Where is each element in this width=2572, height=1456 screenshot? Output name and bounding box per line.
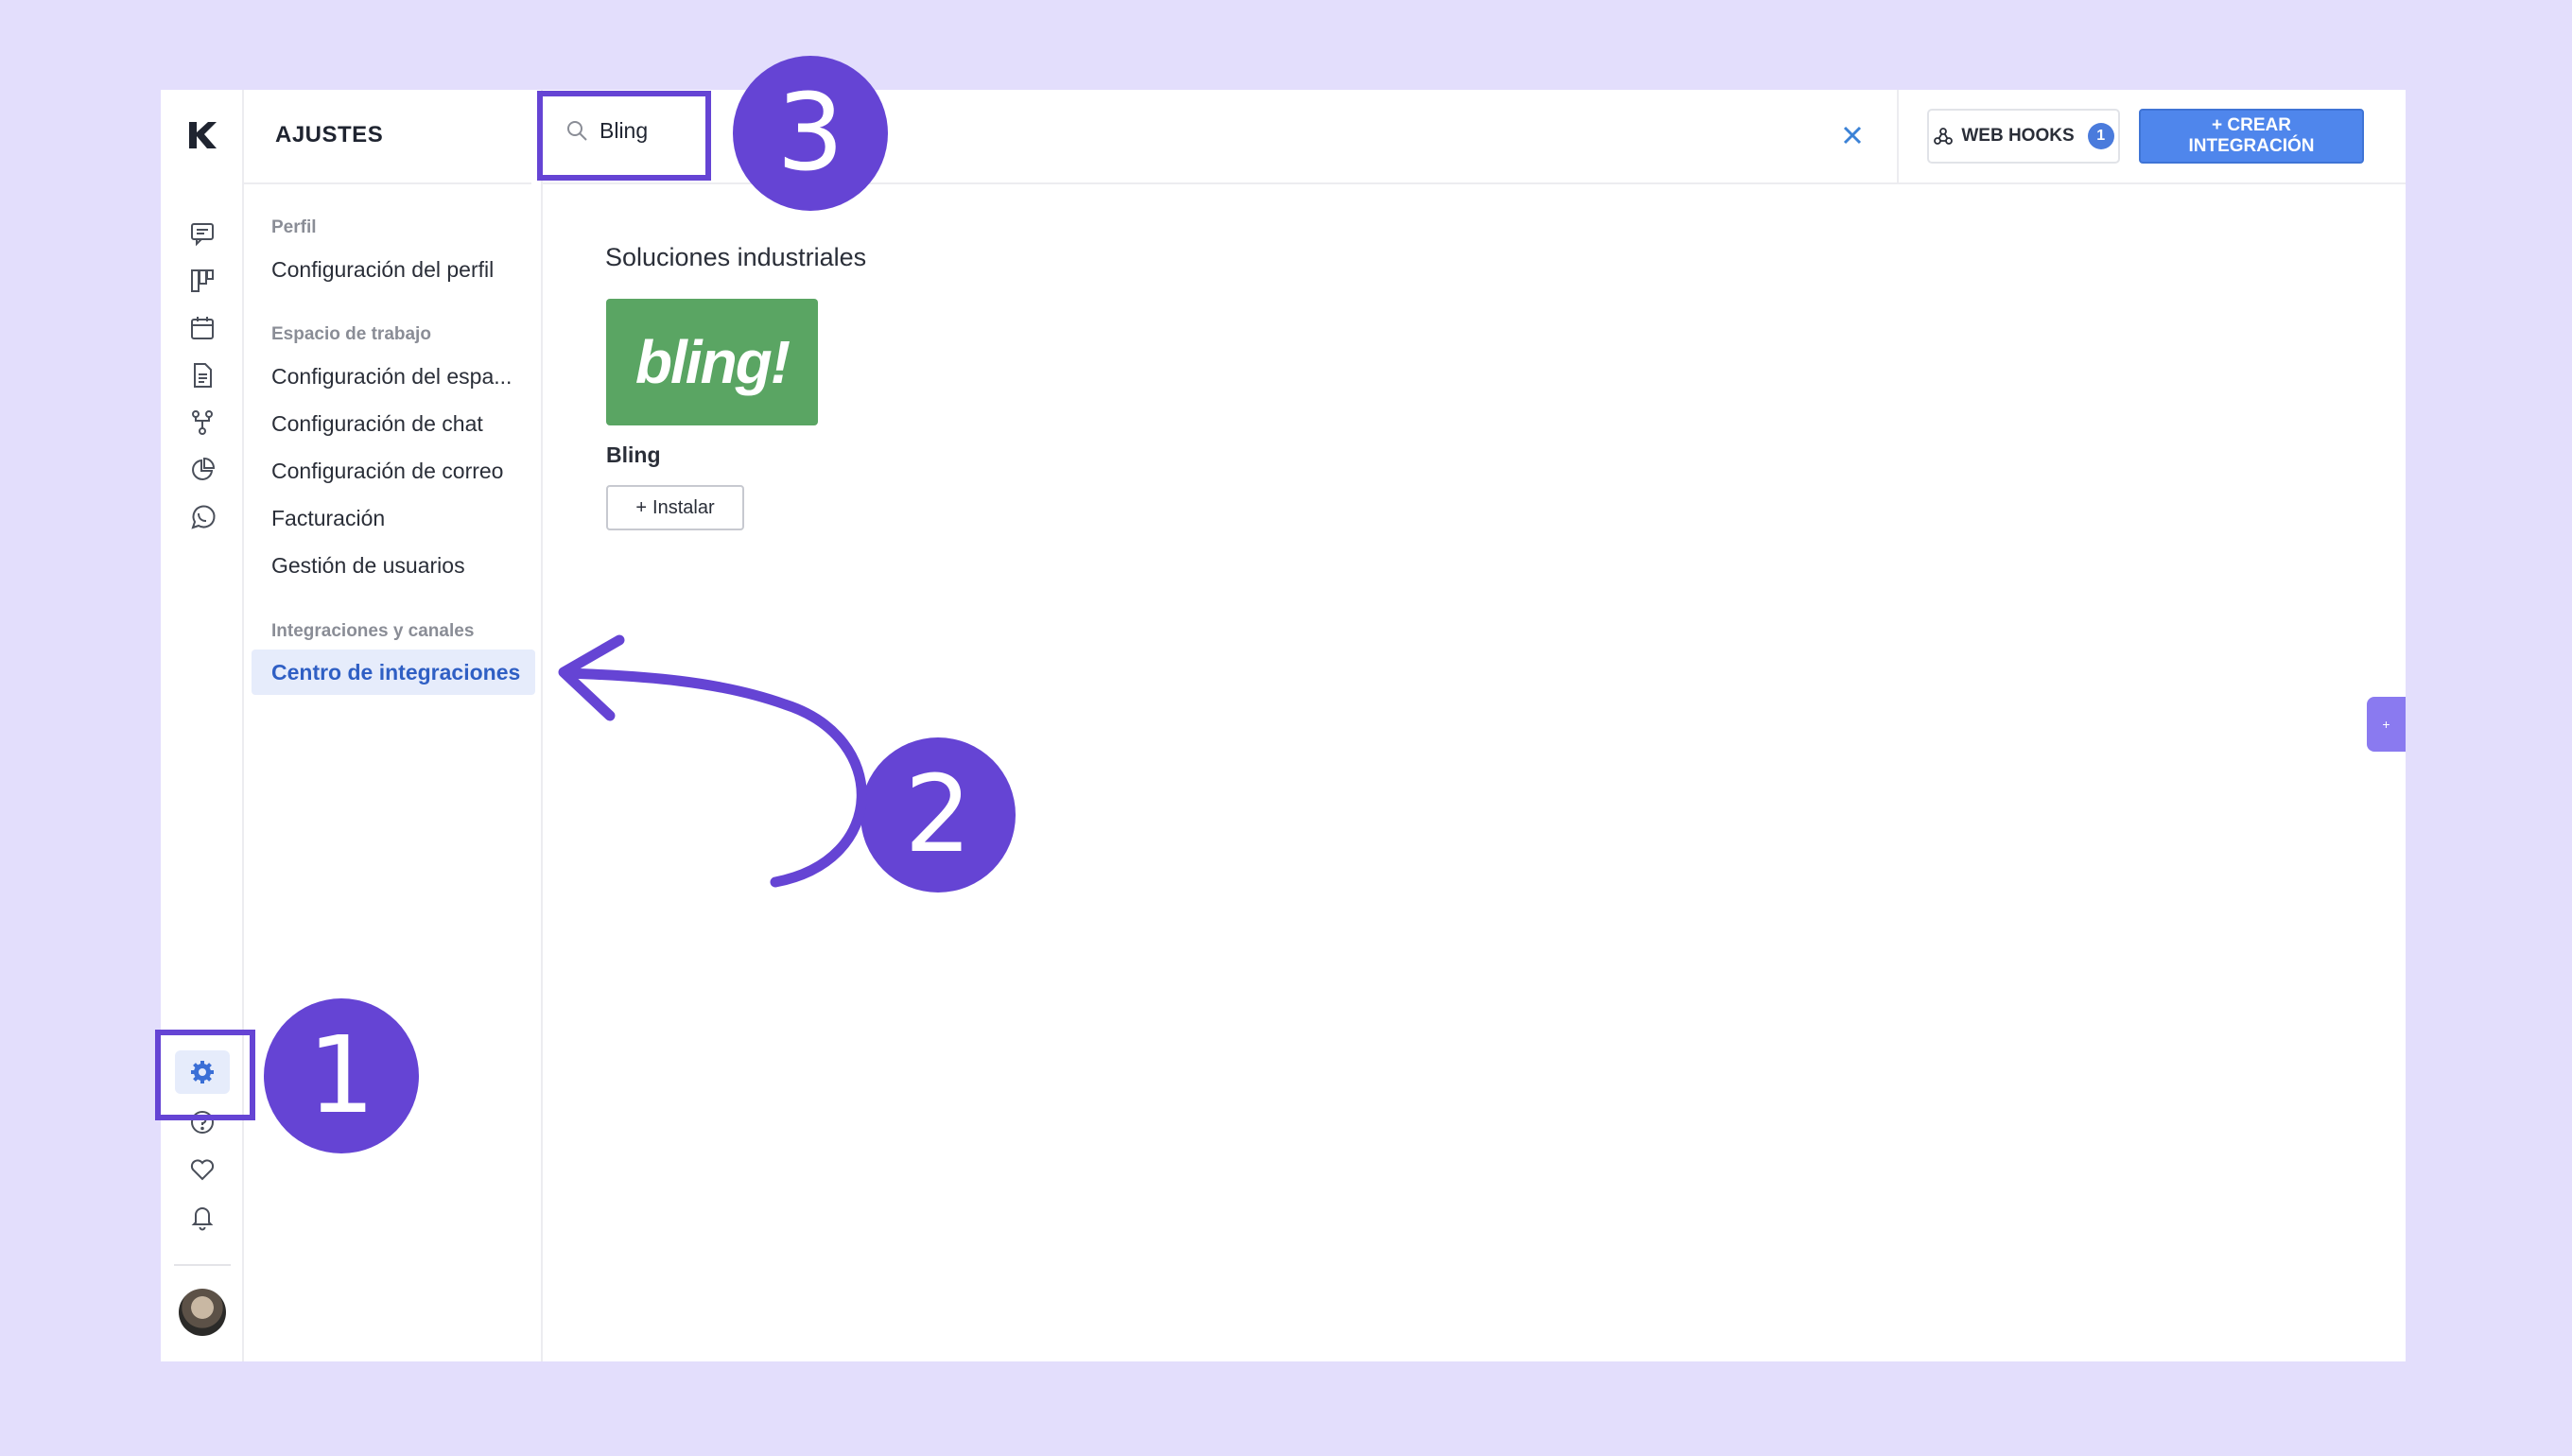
main-content: Soluciones industriales bling! Bling + I… (543, 184, 2406, 1361)
bling-logo[interactable]: bling! (606, 299, 818, 425)
bell-icon[interactable] (183, 1198, 221, 1236)
section-label-profile: Perfil (271, 217, 317, 237)
kanban-icon[interactable] (183, 262, 221, 300)
calendar-icon[interactable] (183, 309, 221, 347)
bling-logo-text: bling! (634, 328, 791, 396)
section-label-integrations: Integraciones y canales (271, 621, 475, 641)
webhooks-label: WEB HOOKS (1961, 126, 2075, 146)
nav-item-profile-settings[interactable]: Configuración del perfil (271, 257, 494, 283)
step-3-marker: 3 (733, 56, 888, 211)
install-button[interactable]: + Instalar (606, 485, 744, 530)
settings-nav: AJUSTES Perfil Configuración del perfil … (244, 90, 543, 1361)
step-1-marker: 1 (264, 998, 419, 1153)
section-title: Soluciones industriales (605, 243, 867, 271)
side-tab-icon: + (2382, 717, 2390, 732)
avatar[interactable] (179, 1289, 226, 1336)
nav-item-email-settings[interactable]: Configuración de correo (271, 459, 503, 484)
document-icon[interactable] (183, 356, 221, 394)
app-logo-icon[interactable] (185, 118, 219, 152)
pie-chart-icon[interactable] (183, 451, 221, 489)
side-panel-tab[interactable]: + (2367, 697, 2406, 752)
webhooks-count-badge: 1 (2087, 123, 2114, 149)
step-2-marker: 2 (860, 737, 1016, 893)
highlight-search (537, 91, 711, 181)
icon-rail (161, 90, 244, 1361)
section-label-workspace: Espacio de trabajo (271, 324, 431, 344)
nav-item-integrations-center[interactable]: Centro de integraciones (252, 650, 535, 695)
topbar-divider (1897, 90, 1899, 182)
app-window: AJUSTES Perfil Configuración del perfil … (161, 90, 2406, 1361)
create-integration-button[interactable]: + CREAR INTEGRACIÓN (2139, 109, 2364, 164)
flow-icon[interactable] (183, 404, 221, 442)
rail-divider (174, 1264, 231, 1266)
chat-icon[interactable] (183, 215, 221, 252)
close-icon (1843, 126, 1862, 145)
nav-item-chat-settings[interactable]: Configuración de chat (271, 411, 483, 437)
integration-name: Bling (606, 442, 661, 467)
webhook-icon (1934, 128, 1954, 145)
heart-icon[interactable] (183, 1151, 221, 1188)
nav-title: AJUSTES (275, 122, 384, 147)
clear-search-button[interactable] (1835, 118, 1869, 152)
whatsapp-icon[interactable] (183, 498, 221, 536)
plus-icon: + (635, 496, 648, 518)
highlight-settings (155, 1030, 255, 1120)
webhooks-button[interactable]: WEB HOOKS 1 (1927, 109, 2120, 164)
nav-item-workspace-settings[interactable]: Configuración del espa... (271, 364, 512, 390)
nav-item-user-management[interactable]: Gestión de usuarios (271, 553, 465, 579)
install-label: Instalar (652, 496, 715, 518)
nav-item-billing[interactable]: Facturación (271, 506, 385, 531)
